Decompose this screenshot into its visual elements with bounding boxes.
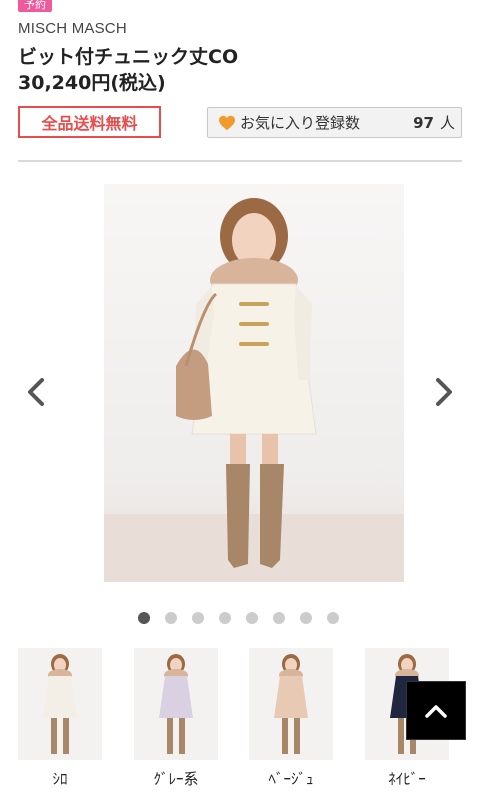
slide-dot[interactable] — [138, 612, 150, 624]
color-thumb-image — [134, 648, 218, 760]
color-thumb-label: ｼﾛ — [52, 770, 68, 788]
preorder-badge: 予約 — [18, 0, 52, 12]
favorites-count: 97 — [413, 113, 434, 132]
brand-name[interactable]: MISCH MASCH — [18, 20, 127, 37]
slide-indicator — [138, 612, 348, 626]
slide-dot[interactable] — [192, 612, 204, 624]
slide-dot[interactable] — [219, 612, 231, 624]
favorites-button[interactable]: お気に入り登録数 97 人 — [207, 107, 462, 138]
slide-dot[interactable] — [165, 612, 177, 624]
back-to-top-button[interactable] — [406, 681, 466, 740]
chevron-left-icon[interactable] — [20, 372, 52, 412]
divider — [18, 160, 462, 162]
color-thumb-image — [18, 648, 102, 760]
slide-dot[interactable] — [300, 612, 312, 624]
slide-dot[interactable] — [246, 612, 258, 624]
free-shipping-badge: 全品送料無料 — [18, 106, 161, 138]
color-thumb[interactable]: ｸﾞﾚｰ系 — [134, 648, 218, 789]
heart-icon — [219, 115, 235, 130]
favorites-label: お気に入り登録数 — [240, 114, 361, 132]
product-title: ビット付チュニック丈CO — [18, 46, 239, 68]
color-thumb-label: ﾍﾞｰｼﾞｭ — [268, 770, 314, 788]
main-product-image[interactable] — [104, 184, 404, 582]
favorites-unit: 人 — [439, 114, 455, 132]
color-variations: ｼﾛ ｸﾞﾚｰ系 ﾍﾞｰｼﾞｭ ﾈｲﾋﾞｰ — [18, 648, 462, 800]
product-price: 30,240円(税込) — [18, 72, 166, 94]
model-photo — [104, 184, 404, 582]
color-thumb[interactable]: ﾍﾞｰｼﾞｭ — [249, 648, 333, 789]
color-thumb-label: ﾈｲﾋﾞｰ — [388, 770, 426, 788]
slide-dot[interactable] — [327, 612, 339, 624]
slide-dot[interactable] — [273, 612, 285, 624]
color-thumb[interactable]: ｼﾛ — [18, 648, 102, 789]
color-thumb-label: ｸﾞﾚｰ系 — [153, 770, 199, 788]
chevron-up-icon — [425, 704, 447, 718]
color-thumb-image — [249, 648, 333, 760]
chevron-right-icon[interactable] — [428, 372, 460, 412]
